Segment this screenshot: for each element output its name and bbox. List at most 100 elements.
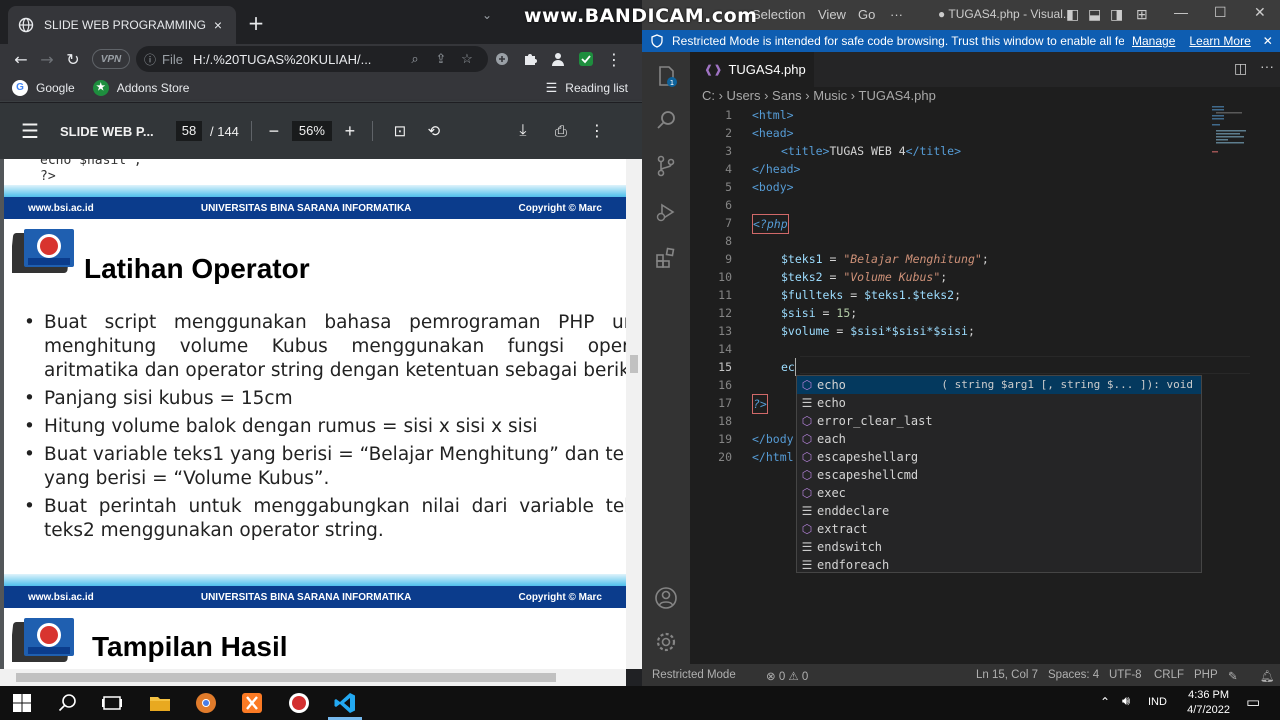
source-control-icon[interactable] bbox=[654, 154, 678, 178]
suggestion-item[interactable]: ☰ echo bbox=[797, 394, 1201, 412]
close-window-icon[interactable]: ✕ bbox=[1254, 4, 1266, 21]
menu-more[interactable]: ··· bbox=[890, 7, 903, 22]
pdf-vertical-scrollbar[interactable] bbox=[626, 159, 642, 669]
editor-tab-tugas4[interactable]: ❰❱ TUGAS4.php bbox=[690, 52, 814, 87]
split-editor-icon[interactable]: ◫ bbox=[1234, 60, 1247, 77]
accounts-icon[interactable] bbox=[654, 586, 678, 610]
menu-view[interactable]: View bbox=[818, 7, 846, 22]
status-indentation[interactable]: Spaces: 4 bbox=[1048, 669, 1099, 681]
suggestion-item[interactable]: ⬡ each bbox=[797, 430, 1201, 448]
share-icon[interactable]: ⇪ bbox=[428, 51, 454, 67]
line-number: 4 bbox=[725, 162, 732, 176]
status-position[interactable]: Ln 15, Col 7 bbox=[976, 669, 1038, 681]
status-eol[interactable]: CRLF bbox=[1154, 669, 1184, 681]
settings-gear-icon[interactable] bbox=[654, 630, 678, 654]
notifications-bell-icon[interactable]: 🔔︎ bbox=[1260, 669, 1275, 683]
browser-tab[interactable]: SLIDE WEB PROGRAMMING I FU × bbox=[8, 6, 236, 44]
puzzle-icon[interactable] bbox=[516, 46, 544, 72]
zoom-in-icon[interactable]: + bbox=[340, 121, 360, 142]
back-icon[interactable]: ← bbox=[8, 46, 34, 72]
notification-center-icon[interactable]: ▭ bbox=[1246, 693, 1260, 711]
volume-icon[interactable]: 🔊︎ bbox=[1122, 694, 1130, 709]
run-debug-icon[interactable] bbox=[654, 200, 678, 224]
zoom-search-icon[interactable]: ⌕ bbox=[402, 51, 428, 67]
bookmark-star-icon[interactable]: ☆ bbox=[454, 51, 480, 67]
banner-close-icon[interactable]: ✕ bbox=[1263, 34, 1273, 48]
chrome-icon[interactable] bbox=[194, 691, 218, 715]
tab-close-icon[interactable]: × bbox=[210, 17, 226, 33]
minimap[interactable] bbox=[1212, 106, 1272, 166]
suggestion-item[interactable]: ⬡ escapeshellarg bbox=[797, 448, 1201, 466]
reading-list-button[interactable]: ☰ Reading list bbox=[546, 80, 628, 96]
suggestion-item[interactable]: ⬡ echo ( string $arg1 [, string $... ]): v… bbox=[797, 376, 1201, 394]
fit-page-icon[interactable]: ⊡ bbox=[385, 122, 415, 140]
suggestion-item[interactable]: ⬡ escapeshellcmd bbox=[797, 466, 1201, 484]
windows-start-icon[interactable] bbox=[10, 691, 34, 715]
scroll-thumb[interactable] bbox=[16, 673, 556, 682]
scroll-thumb[interactable] bbox=[630, 355, 638, 373]
vscode-icon[interactable] bbox=[333, 691, 357, 715]
page-number-input[interactable]: 58 bbox=[176, 121, 202, 141]
toggle-panel-icon[interactable]: ⬓ bbox=[1088, 6, 1101, 23]
chevron-up-icon[interactable]: ⌃ bbox=[1100, 695, 1110, 709]
feedback-icon[interactable]: ✎ bbox=[1228, 669, 1238, 683]
address-bar[interactable]: ⓘ File H:/.%20TUGAS%20KULIAH/... ⌕ ⇪ ☆ bbox=[136, 46, 488, 72]
toggle-secondary-icon[interactable]: ◨ bbox=[1110, 6, 1123, 23]
minimize-icon[interactable]: — bbox=[1174, 4, 1188, 20]
forward-icon[interactable]: → bbox=[34, 46, 60, 72]
xampp-icon[interactable] bbox=[240, 691, 264, 715]
extension-icon[interactable] bbox=[488, 46, 516, 72]
menu-selection[interactable]: Selection bbox=[752, 7, 805, 22]
method-icon: ⬡ bbox=[801, 468, 813, 482]
vpn-badge[interactable]: VPN bbox=[92, 49, 130, 69]
breadcrumb[interactable]: C: › Users › Sans › Music › TUGAS4.php bbox=[702, 88, 936, 103]
more-icon[interactable]: ⋮ bbox=[579, 121, 615, 141]
download-icon[interactable]: ⤓ bbox=[505, 122, 541, 140]
layout-icon[interactable]: ⊞ bbox=[1136, 6, 1148, 23]
bullet-text: Hitung volume balok dengan rumus = sisi … bbox=[44, 416, 538, 437]
banner-manage-link[interactable]: Manage bbox=[1132, 34, 1175, 48]
info-icon[interactable]: ⓘ bbox=[144, 51, 156, 68]
search-icon[interactable] bbox=[654, 108, 678, 132]
bookmark-addons-store[interactable]: ★ Addons Store bbox=[92, 79, 189, 96]
suggestion-item[interactable]: ☰ endswitch bbox=[797, 538, 1201, 556]
explorer-icon[interactable]: 1 bbox=[654, 64, 678, 88]
suggestion-item[interactable]: ⬡ exec bbox=[797, 484, 1201, 502]
suggestion-item[interactable]: ⬡ error_clear_last bbox=[797, 412, 1201, 430]
file-explorer-icon[interactable] bbox=[148, 691, 172, 715]
extensions-icon[interactable] bbox=[654, 246, 678, 270]
toggle-sidebar-icon[interactable]: ◧ bbox=[1066, 6, 1079, 23]
pdf-horizontal-scrollbar[interactable] bbox=[0, 669, 626, 686]
rotate-icon[interactable]: ⟲ bbox=[419, 122, 449, 140]
bookmark-google[interactable]: G Google bbox=[12, 79, 75, 96]
status-language[interactable]: PHP bbox=[1194, 669, 1218, 681]
suggestion-item[interactable]: ☰ enddeclare bbox=[797, 502, 1201, 520]
suggestion-item[interactable]: ☰ endforeach bbox=[797, 556, 1201, 574]
shield-check-icon[interactable] bbox=[572, 46, 600, 72]
status-restricted-mode[interactable]: Restricted Mode bbox=[652, 669, 736, 681]
pdf-viewport[interactable]: echo $hasil ; ?> www.bsi.ac.id UNIVERSIT… bbox=[0, 159, 642, 669]
profile-icon[interactable] bbox=[544, 46, 572, 72]
bandicam-icon[interactable] bbox=[287, 691, 311, 715]
banner-learn-more-link[interactable]: Learn More bbox=[1189, 34, 1250, 48]
input-language[interactable]: IND bbox=[1148, 696, 1167, 708]
menu-dots-icon[interactable]: ⋮ bbox=[600, 46, 628, 72]
more-actions-icon[interactable]: ··· bbox=[1260, 58, 1274, 74]
zoom-out-icon[interactable]: − bbox=[264, 121, 284, 142]
reload-icon[interactable]: ↻ bbox=[60, 46, 86, 72]
task-view-icon[interactable] bbox=[100, 691, 124, 715]
menu-go[interactable]: Go bbox=[858, 7, 875, 22]
pdf-menu-icon[interactable]: ☰ bbox=[0, 119, 60, 144]
status-problems[interactable]: ⊗ 0 ⚠ 0 bbox=[766, 669, 808, 683]
search-icon[interactable] bbox=[56, 691, 80, 715]
maximize-icon[interactable]: ☐ bbox=[1214, 4, 1227, 21]
suggestion-item[interactable]: ⬡ extract bbox=[797, 520, 1201, 538]
tab-search-icon[interactable]: ⌄ bbox=[482, 8, 492, 22]
zoom-input[interactable]: 56% bbox=[291, 121, 332, 141]
print-icon[interactable]: ⎙ bbox=[543, 123, 579, 140]
system-clock[interactable]: 4:36 PM 4/7/2022 bbox=[1187, 688, 1230, 718]
status-encoding[interactable]: UTF-8 bbox=[1109, 669, 1142, 681]
suggestion-label: echo bbox=[817, 378, 846, 392]
new-tab-button[interactable]: + bbox=[244, 12, 268, 34]
url-text[interactable]: H:/.%20TUGAS%20KULIAH/... bbox=[193, 52, 402, 67]
